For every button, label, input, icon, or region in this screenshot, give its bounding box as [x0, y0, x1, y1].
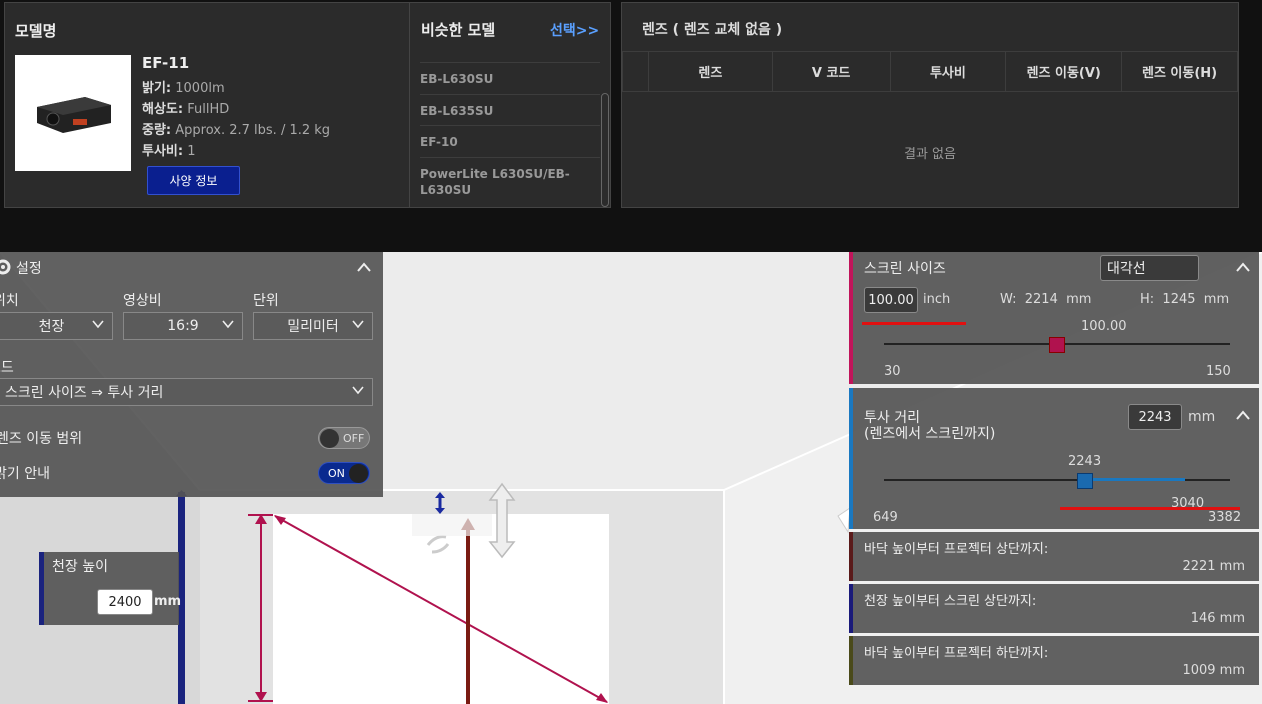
throw-distance-input[interactable]: 2243	[1128, 404, 1182, 430]
spec-weight: 중량: Approx. 2.7 lbs. / 1.2 kg	[142, 123, 331, 138]
brightness-guide-label: 밝기 안내	[0, 466, 50, 482]
collapse-chevron-icon[interactable]	[1235, 409, 1251, 421]
projector-image	[15, 55, 131, 171]
unit-label: 단위	[253, 293, 279, 309]
screen-size-max: 150	[1206, 364, 1231, 379]
throw-slider-range	[1084, 478, 1185, 481]
position-label: 위치	[0, 293, 19, 309]
gear-icon[interactable]	[0, 258, 12, 276]
similar-header: 비슷한 모델	[421, 21, 496, 39]
chevron-down-icon	[222, 320, 234, 329]
model-panel: 모델명 EF-11 밝기: 1000lm 해상도: FullHD 중량: App…	[4, 2, 410, 208]
info-row: 천장 높이부터 스크린 상단까지: 146 mm	[849, 584, 1259, 633]
projector-icon	[37, 97, 111, 133]
spec-info-button[interactable]: 사양 정보	[147, 166, 240, 195]
col-lens: 렌즈	[647, 51, 773, 92]
info-row-value: 2221 mm	[1182, 559, 1245, 574]
throw-distance-sublabel: (렌즈에서 스크린까지)	[864, 426, 996, 442]
throw-distance-unit: mm	[1188, 409, 1216, 425]
unit-select[interactable]: 밀리미터	[253, 312, 373, 340]
app-root: { "model": { "header": "모델명", "name": "E…	[0, 0, 1262, 704]
throw-min: 649	[873, 510, 898, 525]
col-shift-h: 렌즈 이동(H)	[1121, 51, 1238, 92]
spec-brightness: 밝기: 1000lm	[142, 81, 225, 96]
aspect-label: 영상비	[123, 293, 162, 309]
screen-size-slider-value: 100.00	[1081, 319, 1127, 334]
ceiling-height-box: 천장 높이 2400 mm	[39, 552, 182, 625]
screen-size-input[interactable]: 100.00	[864, 287, 918, 313]
screen-width-readout: W: 2214 mm	[1000, 292, 1092, 307]
brightness-guide-toggle[interactable]: ON	[318, 462, 370, 484]
ceiling-height-unit: mm	[154, 594, 182, 609]
info-row: 바닥 높이부터 프로젝터 하단까지: 1009 mm	[849, 636, 1259, 685]
info-row: 바닥 높이부터 프로젝터 상단까지: 2221 mm	[849, 532, 1259, 581]
collapse-chevron-icon[interactable]	[356, 261, 372, 273]
col-throw-ratio: 투사비	[889, 51, 1007, 92]
lens-table: 렌즈 V 코드 투사비 렌즈 이동(V) 렌즈 이동(H)	[622, 51, 1238, 92]
select-link[interactable]: 선택>>	[550, 20, 599, 40]
similar-item[interactable]: PowerLite L630SU/EB-L630SU	[420, 157, 600, 205]
position-select[interactable]: 천장	[0, 312, 113, 340]
model-specs: 밝기: 1000lm 해상도: FullHD 중량: Approx. 2.7 l…	[142, 78, 330, 162]
mode-select[interactable]: 스크린 사이즈 ⇒ 투사 거리	[0, 378, 373, 406]
screen-size-panel: 스크린 사이즈 대각선 100.00 inch W: 2214 mm H: 12…	[849, 252, 1259, 384]
chevron-down-icon	[92, 320, 104, 329]
similar-item[interactable]: EF-10	[420, 125, 600, 157]
throw-slider-thumb[interactable]	[1076, 473, 1093, 489]
settings-title: 설정	[16, 261, 42, 277]
throw-distance-panel: 투사 거리 (렌즈에서 스크린까지) 2243 mm 2243 3040 649…	[849, 388, 1259, 529]
lens-header: 렌즈 ( 렌즈 교체 없음 )	[642, 22, 783, 38]
collapse-chevron-icon[interactable]	[1235, 261, 1251, 273]
col-vcode: V 코드	[771, 51, 891, 92]
col-shift-v: 렌즈 이동(V)	[1005, 51, 1123, 92]
ceiling-height-input[interactable]: 2400	[97, 589, 153, 615]
throw-max: 3382	[1208, 510, 1242, 525]
info-row-label: 바닥 높이부터 프로젝터 하단까지:	[864, 646, 1049, 661]
settings-panel: 설정 위치 영상비 단위 천장 16:9 밀리미터 모드 스크린 사이즈 ⇒ 투…	[0, 252, 383, 497]
screen-size-mode-select[interactable]: 대각선	[1100, 255, 1199, 281]
lens-panel: 렌즈 ( 렌즈 교체 없음 ) 렌즈 V 코드 투사비 렌즈 이동(V) 렌즈 …	[621, 2, 1239, 208]
chevron-down-icon	[352, 386, 364, 395]
col-select	[622, 51, 649, 92]
screen-height-readout: H: 1245 mm	[1140, 292, 1230, 307]
screen-size-slider-thumb[interactable]	[1049, 337, 1065, 353]
similar-item[interactable]: EB-L635SU	[420, 94, 600, 125]
lens-table-header: 렌즈 V 코드 투사비 렌즈 이동(V) 렌즈 이동(H)	[622, 51, 1238, 92]
info-row-value: 1009 mm	[1182, 663, 1245, 678]
similar-scrollbar[interactable]	[601, 93, 609, 207]
screen-size-underline	[862, 322, 966, 325]
model-header: 모델명	[15, 22, 57, 40]
spec-resolution: 해상도: FullHD	[142, 102, 230, 117]
similar-item[interactable]: EB-L630SU	[420, 62, 600, 94]
screen-size-min: 30	[884, 364, 901, 379]
ceiling-height-label: 천장 높이	[52, 559, 108, 575]
screen-size-label: 스크린 사이즈	[864, 261, 946, 277]
chevron-down-icon	[352, 320, 364, 329]
info-row-label: 천장 높이부터 스크린 상단까지:	[864, 594, 1037, 609]
spec-throw-ratio: 투사비: 1	[142, 144, 196, 159]
info-row-value: 146 mm	[1190, 611, 1245, 626]
screen-size-unit: inch	[923, 292, 951, 307]
throw-slider-value: 2243	[1068, 454, 1102, 469]
mode-label: 모드	[0, 360, 14, 376]
model-name: EF-11	[142, 54, 190, 72]
lens-empty-message: 결과 없음	[904, 147, 956, 162]
lens-shift-toggle[interactable]: OFF	[318, 427, 370, 449]
lens-shift-label: 렌즈 이동 범위	[0, 431, 83, 447]
aspect-select[interactable]: 16:9	[123, 312, 243, 340]
similar-models-panel: 비슷한 모델 선택>> EB-L630SU EB-L635SU EF-10 Po…	[409, 2, 611, 208]
info-row-label: 바닥 높이부터 프로젝터 상단까지:	[864, 542, 1049, 557]
simulation-scene: 설정 위치 영상비 단위 천장 16:9 밀리미터 모드 스크린 사이즈 ⇒ 투…	[0, 252, 1262, 704]
